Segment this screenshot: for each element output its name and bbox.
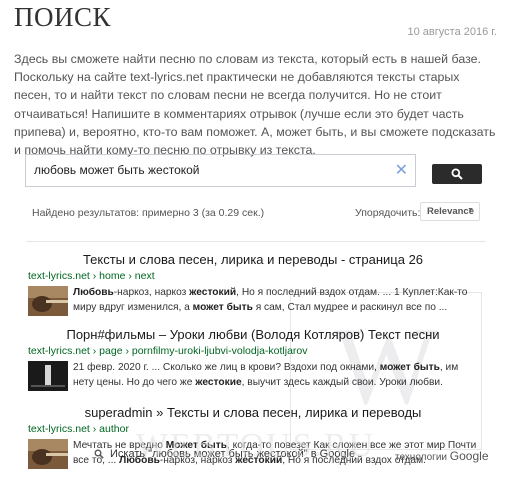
result-snippet: Любовь-наркоз, наркоз жестокий, Но я пос… <box>73 287 468 313</box>
guitar-thumbnail <box>28 439 68 469</box>
result-url: text-lyrics.net › author <box>28 423 129 435</box>
guitar-thumbnail <box>28 286 68 316</box>
search-box: любовь может быть жестокой ✕ <box>25 154 416 187</box>
search-button[interactable] <box>432 164 482 184</box>
result-title[interactable]: Тексты и слова песен, лирика и переводы … <box>28 252 478 267</box>
divider <box>26 241 486 242</box>
result-title[interactable]: Порн#фильмы – Уроки любви (Володя Котляр… <box>28 327 478 342</box>
search-input[interactable]: любовь может быть жестокой <box>34 163 200 177</box>
chevron-down-icon: ▼ <box>467 207 474 214</box>
tech-label: технологии <box>395 452 448 463</box>
clear-icon[interactable]: ✕ <box>395 160 408 180</box>
google-search-link[interactable]: Искать "любовь может быть жестокой" в Go… <box>94 448 355 460</box>
order-label: Упорядочить: <box>355 207 421 219</box>
result-snippet: 21 февр. 2020 г. ... Сколько же лиц в кр… <box>73 362 459 388</box>
post-date: 10 августа 2016 г. <box>407 26 497 38</box>
google-search-text: Искать "любовь может быть жестокой" в Go… <box>110 448 356 460</box>
result-title[interactable]: superadmin » Тексты и слова песен, лирик… <box>28 405 478 420</box>
search-result: Порн#фильмы – Уроки любви (Володя Котляр… <box>28 327 478 395</box>
google-logo: Google <box>449 449 489 463</box>
order-select[interactable]: Relevance ▼ <box>420 202 480 221</box>
page-title: ПОИСК <box>14 2 112 32</box>
intro-text: Здесь вы сможете найти песню по словам и… <box>14 52 496 158</box>
result-url: text-lyrics.net › home › next <box>28 270 155 282</box>
powered-by: технологии Google <box>395 449 489 463</box>
result-count: Найдено результатов: примерно 3 (за 0.29… <box>32 207 265 219</box>
result-url: text-lyrics.net › page › pornfilmy-uroki… <box>28 345 308 357</box>
search-result: Тексты и слова песен, лирика и переводы … <box>28 252 478 320</box>
search-icon <box>94 449 104 459</box>
search-icon <box>451 168 463 180</box>
video-thumbnail <box>28 361 68 391</box>
